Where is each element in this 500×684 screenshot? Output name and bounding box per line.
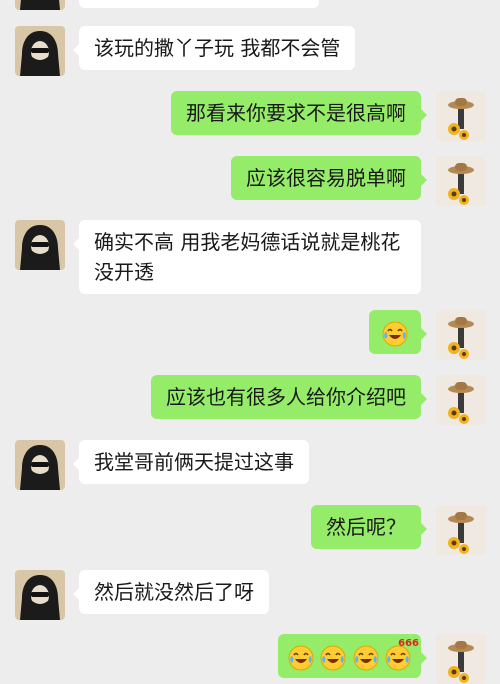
message-row: 应该很容易脱单啊	[0, 156, 500, 206]
message-bubble-partial	[79, 0, 319, 8]
contact-avatar[interactable]	[15, 570, 65, 620]
self-avatar[interactable]	[436, 91, 486, 141]
laugh-cry-emoji	[353, 645, 379, 671]
self-avatar[interactable]	[436, 375, 486, 425]
message-row: 确实不高 用我老妈德话说就是桃花没开透	[0, 220, 500, 296]
contact-avatar[interactable]	[15, 220, 65, 270]
666-emoji: 666	[385, 638, 419, 671]
message-bubble[interactable]: 我堂哥前俩天提过这事	[73, 440, 309, 484]
self-avatar[interactable]	[436, 505, 486, 555]
message-row: 然后就没然后了呀	[0, 570, 500, 620]
partial-row-top	[0, 0, 500, 10]
message-row	[0, 310, 500, 360]
message-bubble[interactable]: 该玩的撒丫子玩 我都不会管	[72, 26, 356, 70]
666-badge: 666	[398, 637, 419, 649]
laugh-cry-emoji	[382, 321, 408, 347]
message-bubble[interactable]: 然后就没然后了呀	[73, 570, 269, 614]
contact-avatar[interactable]	[15, 0, 65, 10]
message-bubble-emoji[interactable]	[369, 310, 427, 354]
contact-avatar[interactable]	[15, 26, 65, 76]
message-row: 我堂哥前俩天提过这事	[0, 440, 500, 490]
message-row: 然后呢？	[0, 505, 500, 555]
self-avatar[interactable]	[436, 310, 486, 360]
message-bubble[interactable]: 应该很容易脱单啊	[231, 156, 427, 200]
message-row: 那看来你要求不是很高啊	[0, 91, 500, 141]
message-bubble[interactable]: 确实不高 用我老妈德话说就是桃花没开透	[73, 220, 421, 294]
message-row: 该玩的撒丫子玩 我都不会管	[0, 26, 500, 76]
message-row: 应该也有很多人给你介绍吧	[0, 375, 500, 425]
laugh-cry-emoji	[288, 645, 314, 671]
contact-avatar[interactable]	[15, 440, 65, 490]
message-bubble[interactable]: 应该也有很多人给你介绍吧	[151, 375, 427, 419]
message-bubble-emoji[interactable]: 666	[277, 634, 428, 678]
message-bubble[interactable]: 那看来你要求不是很高啊	[171, 91, 427, 135]
laugh-cry-emoji	[320, 645, 346, 671]
self-avatar[interactable]	[436, 156, 486, 206]
self-avatar[interactable]	[436, 634, 486, 684]
message-row: 666	[0, 634, 500, 684]
message-bubble[interactable]: 然后呢？	[311, 505, 427, 549]
